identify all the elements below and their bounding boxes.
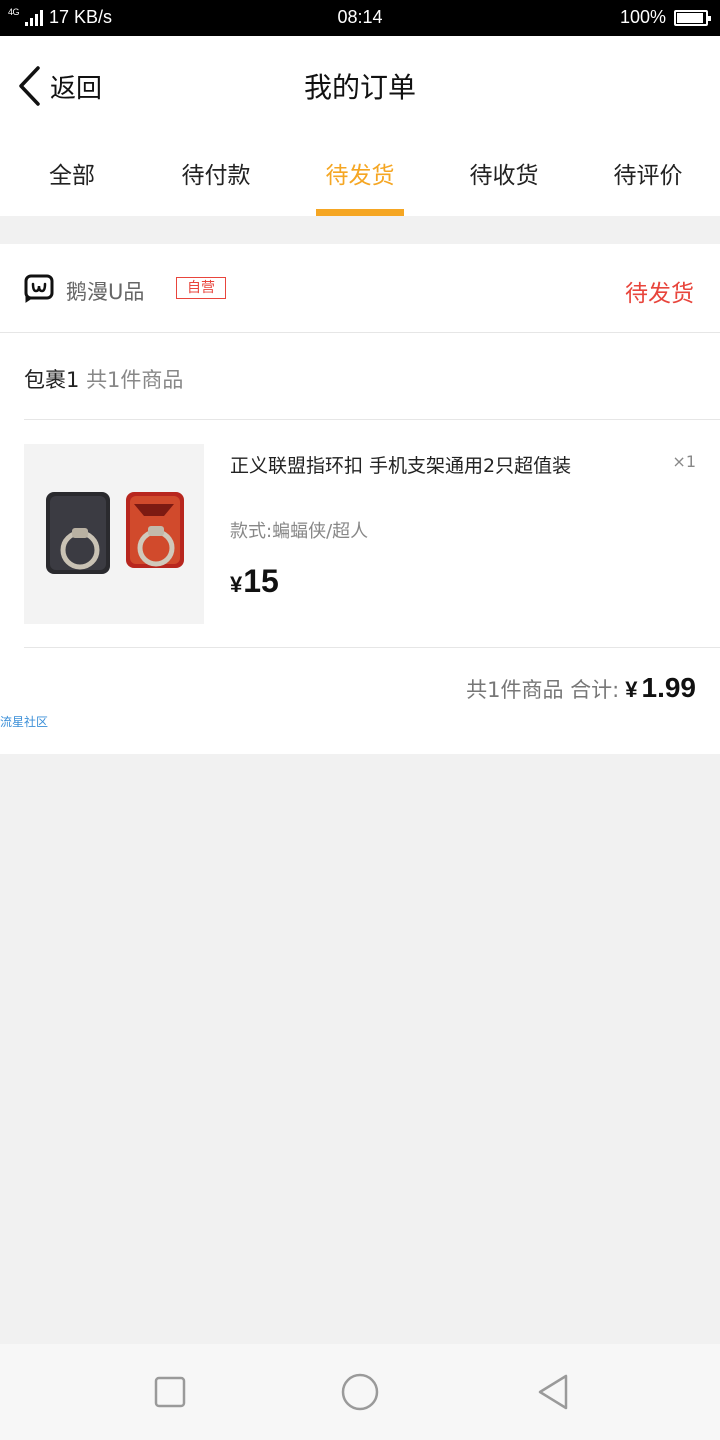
price-value: 15 (243, 563, 279, 599)
product-price: ¥15 (230, 563, 279, 600)
product-quantity: ×1 (672, 452, 696, 471)
tab-all[interactable]: 全部 (0, 136, 144, 216)
watermark: 流星社区 (0, 715, 49, 729)
currency-symbol: ¥ (230, 572, 243, 597)
product-spec: 款式:蝙蝠侠/超人 (230, 521, 369, 542)
page-title: 我的订单 (303, 71, 416, 104)
package-row: 包裹1 共1件商品 (24, 332, 720, 420)
product-name: 正义联盟指环扣 手机支架通用2只超值装 (230, 455, 572, 477)
battery-percent: 100% (619, 7, 666, 27)
shop-row[interactable]: 鹅漫U品 自营 待发货 (0, 244, 720, 333)
back-icon[interactable] (534, 1372, 574, 1412)
tab-active-indicator (316, 209, 404, 216)
order-tabs: 全部 待付款 待发货 待收货 待评价 (0, 136, 720, 216)
shop-name: 鹅漫U品 (66, 280, 145, 304)
tab-label: 待收货 (469, 163, 539, 189)
currency-symbol: ¥ (625, 677, 638, 702)
tab-label: 待付款 (181, 163, 251, 189)
order-card[interactable]: 鹅漫U品 自营 待发货 包裹1 共1件商品 正义联盟指环扣 手机支架通用2只超值… (0, 244, 720, 754)
tab-pending-receipt[interactable]: 待收货 (432, 136, 576, 216)
status-time: 08:14 (337, 7, 383, 27)
shop-logo-icon (24, 274, 54, 303)
product-photo (24, 444, 204, 624)
package-info: 包裹1 共1件商品 (24, 364, 183, 394)
product-item[interactable]: 正义联盟指环扣 手机支架通用2只超值装 款式:蝙蝠侠/超人 ×1 ¥15 (24, 420, 720, 648)
battery-icon (674, 9, 711, 26)
total-value: 1.99 (641, 672, 697, 703)
recent-apps-icon[interactable] (150, 1372, 190, 1412)
self-operated-badge: 自营 (176, 277, 226, 299)
status-bar: 4G 17 KB/s 08:14 100% (0, 0, 720, 36)
tab-pending-review[interactable]: 待评价 (576, 136, 720, 216)
tab-label: 待发货 (325, 163, 395, 189)
order-summary: 共1件商品 合计: ¥1.99 (466, 672, 696, 704)
tab-label: 全部 (49, 163, 95, 189)
product-image (24, 444, 204, 624)
package-count: 共1件商品 (86, 368, 184, 392)
summary-count: 共1件商品 合计: (466, 678, 620, 702)
tab-label: 待评价 (613, 163, 683, 189)
order-total: ¥1.99 (625, 672, 696, 704)
app-header: 返回 我的订单 (0, 36, 720, 136)
order-status: 待发货 (625, 281, 694, 307)
system-nav-bar (0, 1344, 720, 1440)
home-icon[interactable] (340, 1372, 380, 1412)
package-label: 包裹1 (24, 368, 80, 392)
tab-pending-shipment[interactable]: 待发货 (288, 136, 432, 216)
battery-fill (677, 12, 703, 23)
status-right: 100% (619, 7, 711, 28)
tab-pending-payment[interactable]: 待付款 (144, 136, 288, 216)
